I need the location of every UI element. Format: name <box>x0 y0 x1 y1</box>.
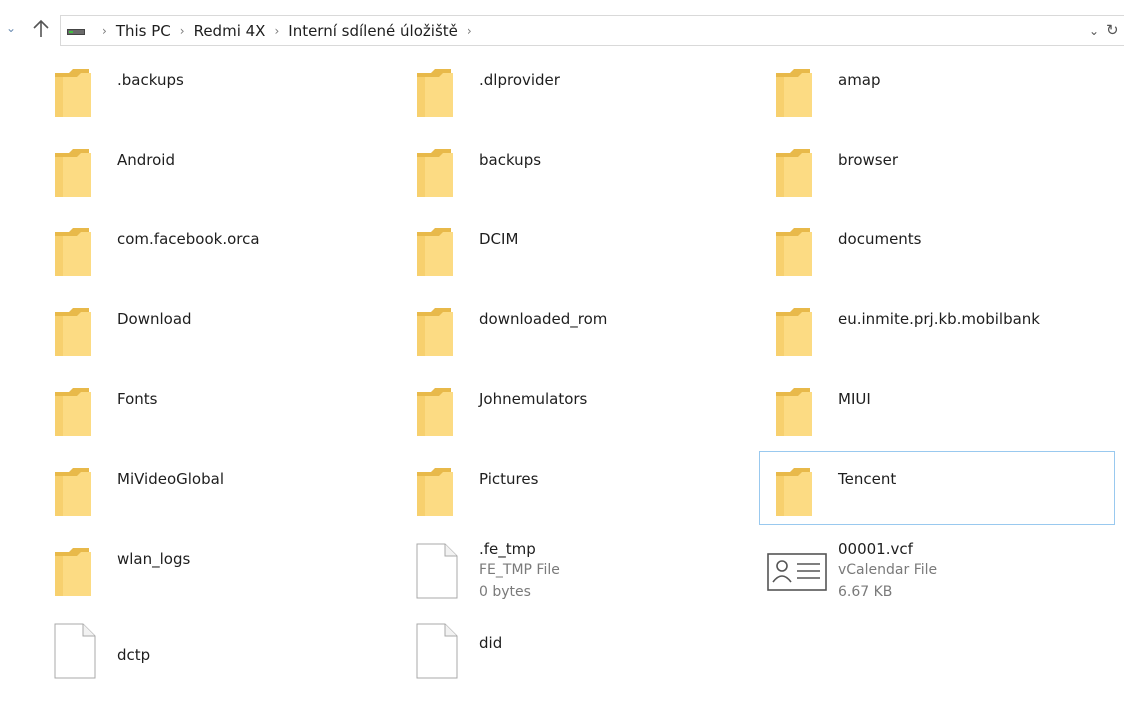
address-history-dropdown-icon[interactable]: ⌄ <box>1087 22 1101 40</box>
folder-item[interactable]: DCIM <box>400 211 756 285</box>
address-bar[interactable]: › This PC › Redmi 4X › Interní sdílené ú… <box>60 15 1124 46</box>
folder-item[interactable]: browser <box>759 132 1115 206</box>
folder-icon <box>776 468 812 516</box>
file-item[interactable]: did <box>400 611 756 685</box>
item-name: .dlprovider <box>479 71 560 89</box>
item-type: FE_TMP File <box>479 562 560 578</box>
file-icon <box>416 623 458 679</box>
item-type: vCalendar File <box>838 562 938 578</box>
item-name: Android <box>117 151 175 169</box>
item-name: backups <box>479 151 542 169</box>
folder-icon <box>55 149 91 197</box>
refresh-icon[interactable]: ↻ <box>1106 20 1122 40</box>
navigation-bar: ⌄ › This PC › Redmi 4X › Interní sdílené… <box>0 12 1124 50</box>
folder-icon <box>776 228 812 276</box>
item-name: .backups <box>117 71 184 89</box>
folder-icon <box>55 548 91 596</box>
breadcrumb: › This PC › Redmi 4X › Interní sdílené ú… <box>93 16 481 45</box>
file-explorer-window: ⌄ › This PC › Redmi 4X › Interní sdílené… <box>0 0 1124 715</box>
folder-item[interactable]: Tencent <box>759 451 1115 525</box>
folder-item[interactable]: wlan_logs <box>38 531 394 605</box>
folder-item[interactable]: amap <box>759 52 1115 126</box>
folder-icon <box>776 149 812 197</box>
item-name: wlan_logs <box>117 550 191 568</box>
folder-icon <box>55 69 91 117</box>
item-name: eu.inmite.prj.kb.mobilbank <box>838 310 1040 328</box>
breadcrumb-redmi-4x[interactable]: Redmi 4X <box>194 22 266 40</box>
file-item[interactable]: dctp <box>38 611 394 685</box>
folder-item[interactable]: Fonts <box>38 371 394 445</box>
folder-icon <box>417 468 453 516</box>
folder-icon <box>417 388 453 436</box>
file-item[interactable]: 00001.vcf vCalendar File 6.67 KB <box>759 531 1115 605</box>
chevron-right-icon[interactable]: › <box>467 24 472 38</box>
item-name: documents <box>838 230 922 248</box>
folder-icon <box>776 69 812 117</box>
folder-icon <box>55 308 91 356</box>
recent-locations-chevron-icon[interactable]: ⌄ <box>6 21 18 35</box>
item-size: 0 bytes <box>479 584 531 600</box>
folder-icon <box>55 388 91 436</box>
folder-item[interactable]: eu.inmite.prj.kb.mobilbank <box>759 291 1115 365</box>
chevron-right-icon[interactable]: › <box>274 24 279 38</box>
folder-item[interactable]: Johnemulators <box>400 371 756 445</box>
drive-icon <box>67 29 85 35</box>
folder-item[interactable]: documents <box>759 211 1115 285</box>
item-name: MiVideoGlobal <box>117 470 224 488</box>
folder-icon <box>776 308 812 356</box>
folder-item[interactable]: MIUI <box>759 371 1115 445</box>
item-name: MIUI <box>838 390 871 408</box>
item-name: DCIM <box>479 230 519 248</box>
up-arrow-icon[interactable] <box>30 16 52 42</box>
file-item[interactable]: .fe_tmp FE_TMP File 0 bytes <box>400 531 756 605</box>
folder-icon <box>417 69 453 117</box>
item-name: amap <box>838 71 881 89</box>
item-name: Pictures <box>479 470 539 488</box>
file-icon <box>54 623 96 679</box>
folder-icon <box>55 468 91 516</box>
folder-icon <box>417 149 453 197</box>
folder-icon <box>417 308 453 356</box>
folder-item[interactable]: downloaded_rom <box>400 291 756 365</box>
folder-item[interactable]: com.facebook.orca <box>38 211 394 285</box>
item-name: Fonts <box>117 390 158 408</box>
item-name: Johnemulators <box>479 390 588 408</box>
chevron-right-icon[interactable]: › <box>180 24 185 38</box>
file-icon <box>416 543 458 599</box>
item-name: did <box>479 634 503 652</box>
breadcrumb-internal-storage[interactable]: Interní sdílené úložiště <box>288 22 458 40</box>
item-name: Download <box>117 310 192 328</box>
folder-icon <box>55 228 91 276</box>
folder-item[interactable]: backups <box>400 132 756 206</box>
folder-item[interactable]: Android <box>38 132 394 206</box>
item-name: dctp <box>117 646 151 664</box>
chevron-right-icon[interactable]: › <box>102 24 107 38</box>
breadcrumb-this-pc[interactable]: This PC <box>116 22 171 40</box>
item-name: 00001.vcf <box>838 540 913 558</box>
item-name: browser <box>838 151 899 169</box>
item-name: com.facebook.orca <box>117 230 260 248</box>
folder-icon <box>776 388 812 436</box>
contact-card-icon <box>767 553 827 591</box>
folder-icon <box>417 228 453 276</box>
folder-item[interactable]: .backups <box>38 52 394 126</box>
folder-item[interactable]: Download <box>38 291 394 365</box>
item-name: Tencent <box>838 470 897 488</box>
folder-item[interactable]: MiVideoGlobal <box>38 451 394 525</box>
item-name: .fe_tmp <box>479 540 536 558</box>
item-size: 6.67 KB <box>838 584 893 600</box>
folder-item[interactable]: .dlprovider <box>400 52 756 126</box>
folder-item[interactable]: Pictures <box>400 451 756 525</box>
item-name: downloaded_rom <box>479 310 608 328</box>
